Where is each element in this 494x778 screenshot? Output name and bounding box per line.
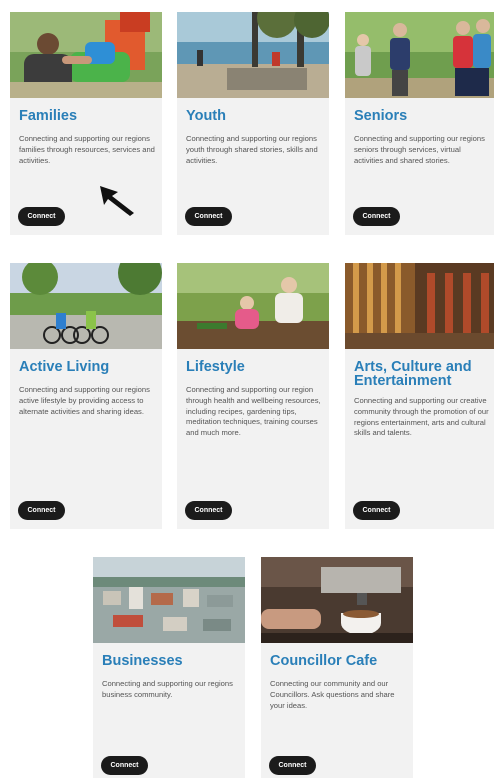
card-lifestyle: Lifestyle Connecting and supporting our …	[177, 263, 329, 529]
card-title: Active Living	[19, 359, 110, 375]
card-description: Connecting and supporting our creative c…	[354, 396, 489, 438]
families-photo[interactable]	[10, 12, 162, 98]
connect-button[interactable]: Connect	[353, 207, 400, 226]
arrow-cursor-icon	[100, 186, 134, 216]
businesses-photo[interactable]	[93, 557, 245, 643]
councillor-cafe-photo[interactable]	[261, 557, 413, 643]
card-title: Youth	[186, 108, 226, 124]
connect-button[interactable]: Connect	[269, 756, 316, 775]
card-title: Seniors	[354, 108, 408, 124]
connect-button[interactable]: Connect	[185, 501, 232, 520]
card-arts-culture-entertainment: Arts, Culture and Entertainment Connecti…	[345, 263, 494, 529]
card-title: Families	[19, 108, 78, 124]
lifestyle-photo[interactable]	[177, 263, 329, 349]
card-title: Lifestyle	[186, 359, 245, 375]
card-businesses: Businesses Connecting and supporting our…	[93, 557, 245, 778]
connect-button[interactable]: Connect	[353, 501, 400, 520]
connect-button[interactable]: Connect	[18, 501, 65, 520]
card-description: Connecting and supporting our regions fa…	[19, 134, 155, 165]
card-families: Families Connecting and supporting our r…	[10, 12, 162, 235]
connect-button[interactable]: Connect	[101, 756, 148, 775]
card-description: Connecting and supporting our regions bu…	[102, 679, 233, 699]
arts-culture-photo[interactable]	[345, 263, 494, 349]
card-councillor-cafe: Councillor Cafe Connecting our community…	[261, 557, 413, 778]
card-description: Connecting and supporting our regions yo…	[186, 134, 318, 165]
card-description: Connecting and supporting our region thr…	[186, 385, 321, 438]
connect-button[interactable]: Connect	[185, 207, 232, 226]
card-description: Connecting and supporting our regions ac…	[19, 385, 150, 416]
card-title: Councillor Cafe	[270, 653, 378, 669]
card-description: Connecting our community and our Council…	[270, 679, 395, 710]
connect-button[interactable]: Connect	[18, 207, 65, 226]
youth-photo[interactable]	[177, 12, 329, 98]
card-youth: Youth Connecting and supporting our regi…	[177, 12, 329, 235]
card-title: Arts, Culture and Entertainment	[354, 359, 472, 389]
card-seniors: Seniors Connecting and supporting our re…	[345, 12, 494, 235]
active-living-photo[interactable]	[10, 263, 162, 349]
card-description: Connecting and supporting our regions se…	[354, 134, 485, 165]
seniors-photo[interactable]	[345, 12, 494, 98]
card-active-living: Active Living Connecting and supporting …	[10, 263, 162, 529]
card-title: Businesses	[102, 653, 183, 669]
